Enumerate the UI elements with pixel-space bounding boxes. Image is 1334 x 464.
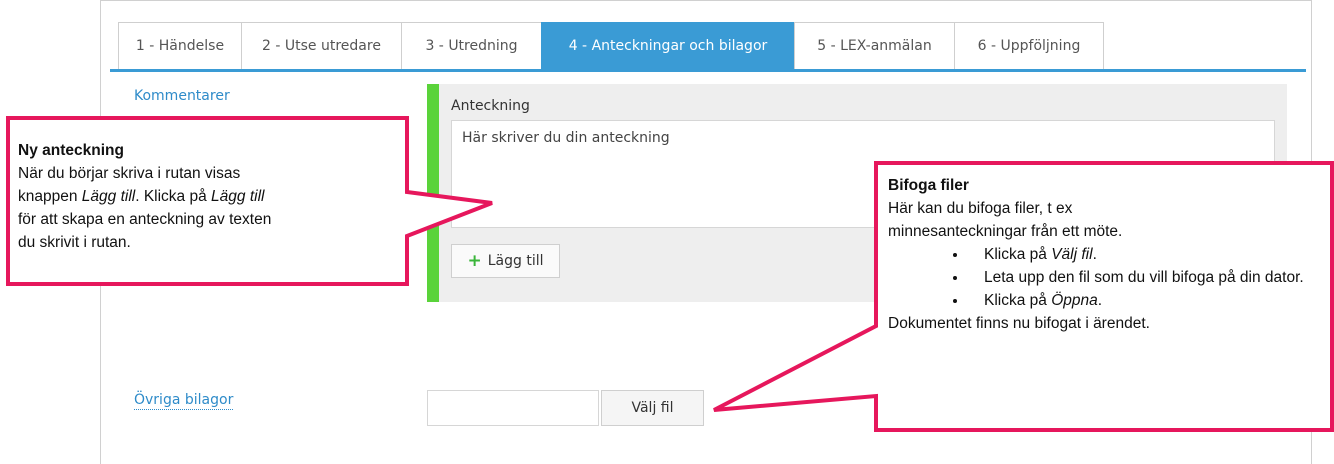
callout-attach-files: Bifoga filer Här kan du bifoga filer, t … — [888, 174, 1328, 335]
add-note-label: Lägg till — [487, 253, 544, 269]
callout-step-1: Klicka på Välj fil. — [968, 243, 1328, 266]
callout-step-3: Klicka på Öppna. — [968, 289, 1328, 312]
tab-lex-anmalan[interactable]: 5 - LEX-anmälan — [794, 22, 954, 70]
callout-new-note-line2: knappen Lägg till. Klicka på Lägg till — [18, 188, 265, 205]
callout-step-2: Leta upp den fil som du vill bifoga på d… — [968, 266, 1328, 289]
callout-new-note: Ny anteckning När du börjar skriva i rut… — [18, 139, 408, 254]
tab-utse-utredare[interactable]: 2 - Utse utredare — [241, 22, 401, 70]
callout-attach-footer: Dokumentet finns nu bifogat i ärendet. — [888, 315, 1150, 332]
callout-attach-line2: minnesanteckningar från ett möte. — [888, 223, 1123, 240]
callout-new-note-line1: När du börjar skriva i rutan visas — [18, 165, 241, 182]
callout-attach-steps: Klicka på Välj fil. Leta upp den fil som… — [888, 243, 1328, 312]
callout-new-note-title: Ny anteckning — [18, 142, 124, 159]
callout-new-note-line3: för att skapa en anteckning av texten — [18, 211, 272, 228]
plus-icon: + — [467, 250, 482, 271]
tab-uppfoljning[interactable]: 6 - Uppföljning — [954, 22, 1104, 70]
callout-attach-title: Bifoga filer — [888, 177, 969, 194]
tab-underline — [110, 69, 1306, 72]
tab-utredning[interactable]: 3 - Utredning — [401, 22, 541, 70]
choose-file-button[interactable]: Välj fil — [601, 390, 704, 426]
comments-link[interactable]: Kommentarer — [134, 88, 230, 104]
tab-bar: 1 - Händelse 2 - Utse utredare 3 - Utred… — [118, 22, 1104, 70]
add-note-button[interactable]: + Lägg till — [451, 244, 560, 278]
callout-new-note-line4: du skrivit i rutan. — [18, 234, 131, 251]
tab-handelse[interactable]: 1 - Händelse — [118, 22, 241, 70]
file-name-field[interactable] — [427, 390, 599, 426]
tab-anteckningar-och-bilagor[interactable]: 4 - Anteckningar och bilagor — [541, 22, 794, 70]
note-accent-bar — [427, 84, 439, 302]
attachments-link[interactable]: Övriga bilagor — [134, 392, 234, 410]
note-label: Anteckning — [451, 98, 530, 114]
callout-attach-line1: Här kan du bifoga filer, t ex — [888, 200, 1073, 217]
